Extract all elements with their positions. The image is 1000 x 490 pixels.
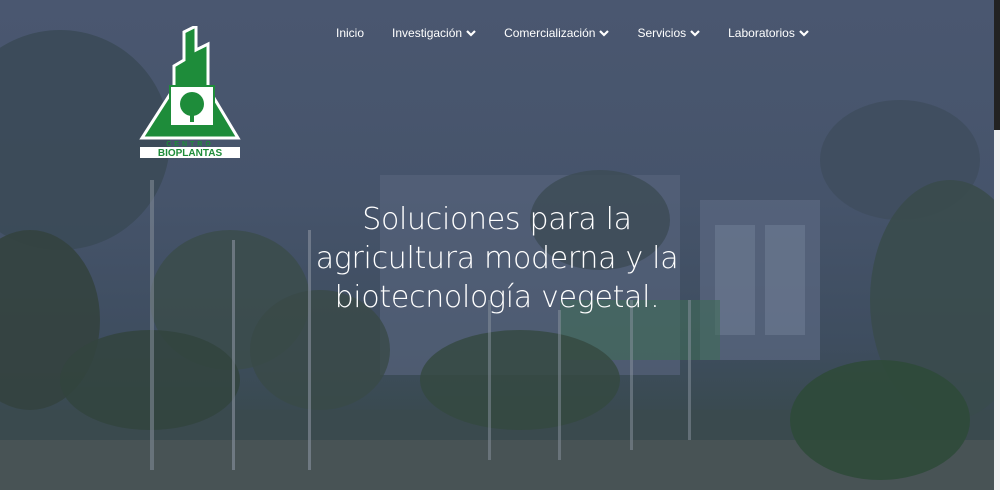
headline-line: biotecnología vegetal.	[334, 280, 660, 315]
nav-label: Comercialización	[504, 26, 596, 40]
bioplantas-logo[interactable]: CENTRO BIOPLANTAS	[134, 23, 246, 159]
nav-item-laboratorios[interactable]: Laboratorios	[714, 24, 823, 42]
headline-line: Soluciones para la	[362, 202, 632, 237]
page-scrollbar[interactable]	[994, 0, 1000, 490]
chevron-down-icon	[599, 30, 610, 37]
nav-label: Investigación	[392, 26, 463, 40]
nav-label: Servicios	[637, 26, 687, 40]
nav-item-servicios[interactable]: Servicios	[623, 24, 714, 42]
nav-item-comercializacion[interactable]: Comercialización	[490, 24, 623, 42]
nav-item-inicio[interactable]: Inicio	[322, 24, 378, 42]
logo-name: BIOPLANTAS	[158, 148, 223, 158]
chevron-down-icon	[799, 30, 809, 37]
hero-section: CENTRO BIOPLANTAS Inicio Investigación C…	[0, 0, 994, 490]
scrollbar-thumb[interactable]	[994, 0, 1000, 130]
main-navigation: Inicio Investigación Comercialización Se…	[322, 24, 823, 42]
nav-label: Laboratorios	[728, 26, 795, 40]
logo-top-text: CENTRO	[166, 141, 214, 148]
chevron-down-icon	[690, 30, 700, 37]
nav-label: Inicio	[336, 26, 365, 40]
chevron-down-icon	[466, 30, 476, 37]
headline-line: agricultura moderna y la	[315, 241, 679, 276]
nav-item-investigacion[interactable]: Investigación	[378, 24, 490, 42]
hero-headline: Soluciones para la agricultura moderna y…	[300, 200, 694, 317]
